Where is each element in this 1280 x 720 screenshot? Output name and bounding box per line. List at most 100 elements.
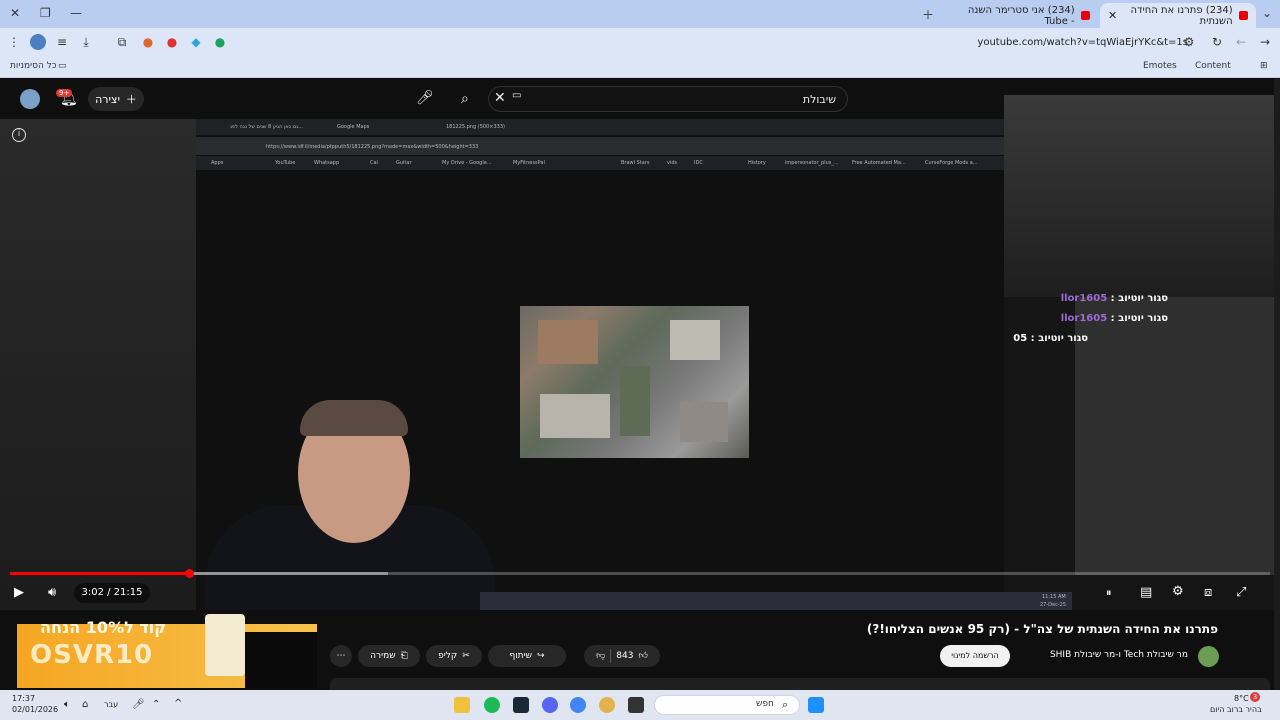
channel-avatar[interactable] <box>1198 646 1219 667</box>
expand-tray-icon[interactable]: ^ <box>174 698 182 709</box>
restore-window-icon[interactable]: ❐ <box>40 6 51 20</box>
mic-tray-icon[interactable]: 🎤︎ <box>132 699 145 710</box>
profile-icon[interactable] <box>30 34 46 50</box>
steam-icon[interactable] <box>513 697 529 713</box>
back-icon[interactable]: → <box>1257 34 1273 50</box>
bookmark-icon: ⎗ <box>400 651 408 661</box>
search-input[interactable]: שיבולת <box>803 93 836 106</box>
download-icon[interactable]: ⤓ <box>78 34 94 50</box>
volume-icon[interactable]: 🔊︎ <box>48 585 56 600</box>
microphone-icon[interactable]: 🎤︎ <box>416 90 434 106</box>
search-box[interactable] <box>488 86 848 112</box>
guest-webcam-hair <box>300 400 408 436</box>
windows-start-icon[interactable] <box>808 697 824 713</box>
subtitles-icon[interactable]: ▤ <box>1140 585 1152 600</box>
all-bookmarks-link[interactable]: כל הסימניות <box>10 61 57 71</box>
file-explorer-icon[interactable] <box>454 697 470 713</box>
embedded-clock: 11:15 AM <box>1042 594 1066 600</box>
scissors-icon: ✂ <box>462 651 470 661</box>
minimize-window-icon[interactable]: — <box>70 6 82 20</box>
bookmark-content[interactable]: Content <box>1195 61 1231 71</box>
menu-icon[interactable]: ⋮ <box>6 34 22 50</box>
progress-scrubber[interactable] <box>184 569 194 578</box>
notification-count-badge: 3 <box>1250 692 1260 702</box>
avatar[interactable] <box>20 89 40 109</box>
apps-grid-icon[interactable]: ⊞ <box>1260 61 1268 71</box>
new-tab-icon[interactable]: ＋ <box>922 6 934 23</box>
extensions-puzzle-icon[interactable]: ⧉ <box>114 34 130 50</box>
clear-search-icon[interactable]: ✕ <box>494 90 506 106</box>
chrome-icon[interactable] <box>570 697 586 713</box>
discord-icon[interactable] <box>542 697 558 713</box>
windows-search-icon: ⌕ <box>782 698 789 711</box>
tab-active[interactable]: (234) פתרנו את החידה השנתית ✕ <box>1100 3 1256 28</box>
bookmark-emotes[interactable]: Emotes <box>1143 61 1177 71</box>
url-text[interactable]: youtube.com/watch?v=tqWiaEjrYKc&t=1s <box>977 37 1188 48</box>
taskbar-date: 02/01/2026 <box>12 705 59 714</box>
search-icon[interactable]: ⌕ <box>461 91 469 107</box>
embedded-bookmark: Brawl Stars <box>621 160 650 166</box>
extension-icon[interactable]: ≡ <box>54 34 70 50</box>
extension-orange-icon[interactable]: ● <box>140 34 156 50</box>
create-button[interactable]: יצירה ＋ <box>88 87 144 111</box>
share-button[interactable]: שיתוף ↪ <box>488 645 566 667</box>
extension-grammarly-icon[interactable]: ● <box>212 34 228 50</box>
autoplay-toggle[interactable]: ⏸ <box>1106 586 1112 600</box>
close-window-icon[interactable]: ✕ <box>10 6 20 20</box>
create-label: יצירה <box>95 92 120 106</box>
embedded-bookmark: YouTube <box>275 160 296 166</box>
weather-desc[interactable]: בהיר ברוב היום <box>1210 705 1262 714</box>
description-box[interactable] <box>330 678 1270 690</box>
page-scrollbar[interactable] <box>1274 79 1280 690</box>
embedded-date: 27-Dec-25 <box>1040 602 1067 608</box>
keyboard-icon[interactable]: ▭ <box>512 90 521 101</box>
more-actions-button[interactable]: ⋯ <box>330 645 352 667</box>
taskbar-time: 17:37 <box>12 694 36 703</box>
fullscreen-icon[interactable]: ⤢ <box>1236 585 1246 600</box>
embedded-bookmark: IDC <box>694 160 703 166</box>
chat-message: סגור יוטיוב : llor1605 <box>1060 313 1168 324</box>
chat-user: llor1605 <box>1060 313 1108 324</box>
save-label: שמירה <box>370 651 396 661</box>
forward-icon[interactable]: ← <box>1233 34 1249 50</box>
extension-red-icon[interactable]: ● <box>164 34 180 50</box>
chat-role: סגור יוטיוב <box>1038 333 1088 344</box>
network-tray-icon[interactable]: ⌂ <box>82 699 88 710</box>
terminal-icon[interactable] <box>628 697 644 713</box>
tab-search-icon[interactable]: ⌄ <box>1262 6 1272 20</box>
embedded-bookmark: impersonator_plus_... <box>785 160 839 166</box>
clip-label: קליפ <box>438 651 458 661</box>
spotify-icon[interactable] <box>484 697 500 713</box>
youtube-favicon-icon <box>1080 11 1090 20</box>
language-indicator[interactable]: עבר <box>104 700 118 709</box>
video-left-panel <box>0 119 196 610</box>
settings-gear-icon[interactable]: ⚙ <box>1172 584 1184 599</box>
subscribe-button[interactable]: הרשמה למינוי <box>940 645 1010 667</box>
ad-product-image <box>205 614 245 676</box>
folder-icon: ▭ <box>58 61 67 71</box>
info-icon[interactable]: i <box>12 128 26 142</box>
reload-icon[interactable]: ↻ <box>1209 34 1225 50</box>
hidden-icons-tray-icon[interactable]: ⌃ <box>152 699 160 710</box>
extension-translate-icon[interactable]: ◆ <box>188 34 204 50</box>
clip-button[interactable]: קליפ ✂ <box>426 645 482 667</box>
save-button[interactable]: שמירה ⎗ <box>358 645 420 667</box>
tab-inactive[interactable]: (234) אני סטרימר השנה - Tube <box>958 3 1098 28</box>
like-count[interactable]: 843 <box>616 651 633 661</box>
channel-name[interactable]: מר שיבולת Tech ו-מר שיבולת SHIB <box>1050 650 1188 660</box>
tab-title: (234) אני סטרימר השנה - Tube <box>967 4 1075 27</box>
weather-temp[interactable]: 8°C <box>1234 694 1249 703</box>
dislike-icon[interactable]: 👎︎ <box>596 651 605 661</box>
chat-role: סגור יוטיוב <box>1118 293 1168 304</box>
play-icon[interactable]: ▶ <box>14 585 24 600</box>
volume-tray-icon[interactable]: 🔈︎ <box>64 699 70 710</box>
windows-search-label[interactable]: חפש <box>756 699 774 709</box>
miniplayer-icon[interactable]: ⧈ <box>1204 585 1212 600</box>
windows-search-box[interactable] <box>654 695 800 715</box>
site-settings-icon[interactable]: ⚙ <box>1181 34 1197 50</box>
like-icon[interactable]: 👍︎ <box>638 651 647 661</box>
tab-close-icon[interactable]: ✕ <box>1108 9 1117 22</box>
tab-title: (234) פתרנו את החידה השנתית <box>1130 4 1233 27</box>
app-icon[interactable] <box>599 697 615 713</box>
progress-played <box>10 572 189 575</box>
